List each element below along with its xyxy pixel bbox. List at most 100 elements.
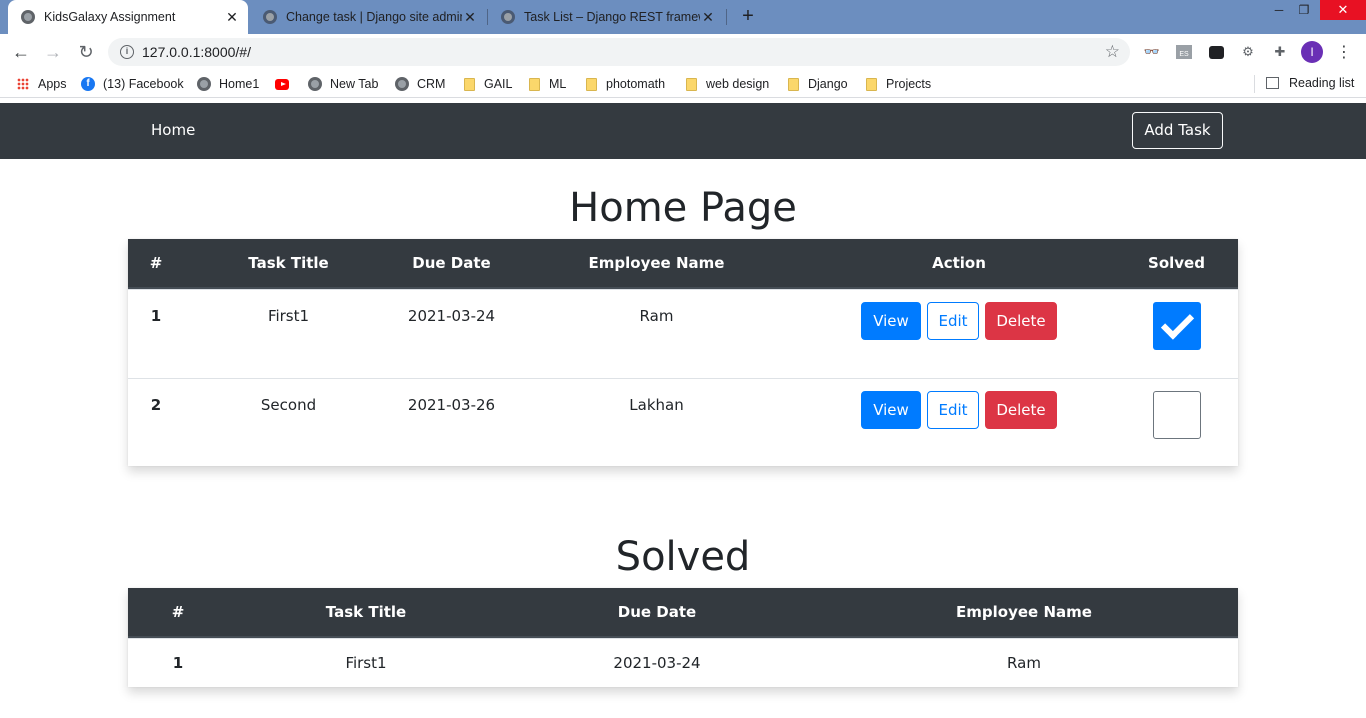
window-close-button[interactable]: ✕ [1320, 0, 1366, 20]
url-text: 127.0.0.1:8000/#/ [142, 44, 251, 60]
bookmark-label: New Tab [330, 77, 379, 91]
browser-toolbar: ← → ↻ i 127.0.0.1:8000/#/ ☆ 👓 ES ⚙ ✚ I ⋮ [0, 34, 1366, 70]
globe-icon [262, 9, 278, 25]
header-number: # [171, 603, 185, 621]
reading-list-button[interactable]: Reading list [1266, 76, 1354, 90]
view-button[interactable]: View [861, 302, 921, 340]
folder-icon [786, 77, 800, 91]
browser-tab[interactable]: Task List – Django REST framewo ✕ [488, 0, 724, 34]
solved-checkbox[interactable] [1152, 302, 1201, 350]
solved-checkbox[interactable] [1152, 391, 1201, 439]
bookmark-label: Projects [886, 77, 932, 91]
cell-task-title: Second [260, 396, 317, 414]
home-link[interactable]: Home [151, 121, 195, 139]
close-icon[interactable]: ✕ [462, 9, 478, 25]
header-employee-name: Employee Name [956, 603, 1092, 621]
browser-tab[interactable]: Change task | Django site admin ✕ [250, 0, 486, 34]
header-task-title: Task Title [325, 603, 407, 621]
tasks-table: # Task Title Due Date Employee Name Acti… [128, 239, 1238, 466]
bookmark-crm[interactable]: CRM [395, 76, 445, 92]
tab-title: KidsGalaxy Assignment [44, 10, 176, 24]
bookmark-label: GAIL [484, 77, 513, 91]
tab-title: Change task | Django site admin [286, 10, 462, 24]
delete-button[interactable]: Delete [985, 302, 1057, 340]
cell-due-date: 2021-03-24 [407, 307, 496, 325]
bookmark-gail[interactable]: GAIL [462, 76, 513, 92]
kebab-menu-icon[interactable]: ⋮ [1334, 42, 1354, 62]
reload-icon[interactable]: ↻ [74, 40, 98, 64]
new-tab-button[interactable]: + [736, 5, 760, 29]
browser-tab-active[interactable]: KidsGalaxy Assignment ✕ [8, 0, 248, 34]
cell-actions: View Edit Delete [803, 379, 1115, 466]
gear-extension-icon[interactable]: ⚙ [1238, 42, 1258, 62]
folder-icon [864, 77, 878, 91]
view-button[interactable]: View [861, 391, 921, 429]
edit-button[interactable]: Edit [927, 391, 979, 429]
bookmark-new-tab[interactable]: New Tab [308, 76, 378, 92]
close-icon[interactable]: ✕ [700, 9, 716, 25]
delete-button[interactable]: Delete [985, 391, 1057, 429]
solved-table: # Task Title Due Date Employee Name 1 Fi… [128, 588, 1238, 687]
bookmark-label: Django [808, 77, 848, 91]
header-task-title: Task Title [248, 254, 329, 272]
globe-icon [500, 9, 516, 25]
cell-solved [1115, 379, 1238, 466]
cell-number: 1 [172, 654, 184, 672]
cell-solved [1115, 290, 1238, 378]
table-row: 1 First1 2021-03-24 Ram View Edit Delete [128, 289, 1238, 378]
puzzle-icon[interactable]: ✚ [1270, 42, 1290, 62]
bookmark-django[interactable]: Django [786, 76, 848, 92]
tab-extension-icon[interactable] [1206, 42, 1226, 62]
apps-grid-icon [16, 77, 30, 91]
bookmark-apps[interactable]: Apps [16, 76, 67, 92]
edit-button[interactable]: Edit [927, 302, 979, 340]
folder-icon [684, 77, 698, 91]
bookmark-photomath[interactable]: photomath [584, 76, 665, 92]
cell-employee-name: Ram [1007, 654, 1041, 672]
bookmark-label: ML [549, 77, 567, 91]
restore-icon[interactable]: ❐ [1291, 0, 1317, 22]
folder-icon [584, 77, 598, 91]
globe-icon [395, 77, 409, 91]
folder-icon [462, 77, 476, 91]
header-number: # [149, 254, 163, 272]
cell-actions: View Edit Delete [803, 290, 1115, 378]
bookmark-ml[interactable]: ML [527, 76, 566, 92]
tab-title: Task List – Django REST framewo [524, 10, 700, 24]
bookmark-star-icon[interactable]: ☆ [1105, 42, 1120, 62]
tab-divider [726, 9, 727, 25]
solved-table-header: # Task Title Due Date Employee Name [128, 588, 1238, 638]
cell-task-title: First1 [345, 654, 387, 672]
table-row: 1 First1 2021-03-24 Ram [128, 638, 1238, 687]
es-extension-icon[interactable]: ES [1174, 42, 1194, 62]
reading-list-label: Reading list [1289, 76, 1355, 90]
app-navbar: Home Add Task [0, 103, 1366, 159]
header-due-date: Due Date [412, 254, 491, 272]
site-info-icon[interactable]: i [120, 45, 134, 59]
header-employee-name: Employee Name [588, 254, 725, 272]
bookmarks-divider [1254, 75, 1255, 93]
minimize-icon[interactable]: ─ [1266, 0, 1292, 22]
glasses-extension-icon[interactable]: 👓 [1142, 42, 1162, 62]
table-row: 2 Second 2021-03-26 Lakhan View Edit Delet… [128, 378, 1238, 466]
profile-avatar[interactable]: I [1301, 41, 1323, 63]
facebook-icon: f [81, 77, 95, 91]
folder-icon [527, 77, 541, 91]
globe-icon [20, 9, 36, 25]
bookmark-facebook[interactable]: f (13) Facebook [81, 76, 184, 92]
bookmark-label: Home1 [219, 77, 260, 91]
bookmark-youtube[interactable] [275, 76, 297, 92]
bookmark-projects[interactable]: Projects [864, 76, 931, 92]
forward-arrow-icon[interactable]: → [41, 40, 65, 64]
add-task-button[interactable]: Add Task [1132, 112, 1223, 149]
bookmark-web-design[interactable]: web design [684, 76, 769, 92]
address-bar[interactable]: i 127.0.0.1:8000/#/ ☆ [108, 38, 1130, 66]
bookmark-label: (13) Facebook [103, 77, 184, 91]
tasks-table-header: # Task Title Due Date Employee Name Acti… [128, 239, 1238, 289]
bookmark-home1[interactable]: Home1 [197, 76, 259, 92]
back-arrow-icon[interactable]: ← [9, 40, 33, 64]
header-solved: Solved [1148, 254, 1205, 272]
close-icon[interactable]: ✕ [224, 9, 240, 25]
header-due-date: Due Date [617, 603, 697, 621]
cell-due-date: 2021-03-24 [613, 654, 701, 672]
